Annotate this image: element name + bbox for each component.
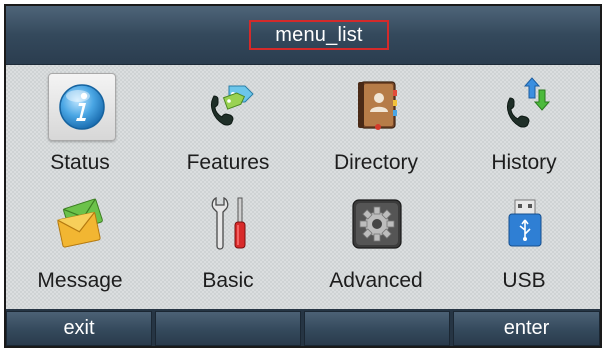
softkey-bar: exit enter [6, 309, 600, 346]
menu-item-advanced[interactable]: Advanced [302, 183, 450, 303]
softkey-2-button[interactable] [155, 311, 301, 346]
title-bar: menu_list [6, 6, 600, 65]
usb-drive-icon [508, 199, 542, 247]
page-title: menu_list [249, 20, 389, 50]
menu-item-label: Directory [333, 151, 418, 174]
address-book-icon [358, 81, 397, 130]
menu-item-label: Message [37, 269, 123, 292]
menu-item-basic[interactable]: Basic [154, 183, 302, 303]
icon-container [344, 191, 410, 257]
phone-screen: menu_list Status Features Directory Hist… [4, 4, 602, 348]
softkey-3-button[interactable] [304, 311, 450, 346]
icon-container [492, 73, 558, 139]
menu-item-history[interactable]: History [450, 65, 598, 185]
gear-icon [352, 199, 402, 249]
icon-container [48, 191, 114, 257]
menu-item-features[interactable]: Features [154, 65, 302, 185]
info-icon [59, 84, 105, 130]
menu-item-label: History [491, 151, 557, 174]
icon-container [492, 191, 558, 257]
menu-item-label: Status [50, 151, 110, 174]
menu-item-label: Basic [202, 269, 254, 292]
menu-item-label: Advanced [329, 269, 423, 292]
icon-container [344, 73, 410, 139]
phone-arrows-icon [506, 77, 551, 128]
icon-container [196, 73, 262, 139]
softkey-enter-button[interactable]: enter [453, 311, 600, 346]
menu-item-directory[interactable]: Directory [302, 65, 450, 185]
envelopes-icon [57, 198, 103, 248]
wrench-screwdriver-icon [211, 196, 246, 250]
phone-tag-icon [210, 85, 254, 126]
menu-item-usb[interactable]: USB [450, 183, 598, 303]
menu-item-status[interactable]: Status [6, 65, 154, 185]
softkey-exit-button[interactable]: exit [6, 311, 152, 346]
menu-item-label: USB [502, 269, 546, 292]
menu-grid: Status Features Directory History Messag… [6, 65, 600, 309]
icon-container [196, 191, 262, 257]
selected-highlight [48, 73, 116, 141]
menu-item-message[interactable]: Message [6, 183, 154, 303]
menu-item-label: Features [186, 151, 270, 174]
